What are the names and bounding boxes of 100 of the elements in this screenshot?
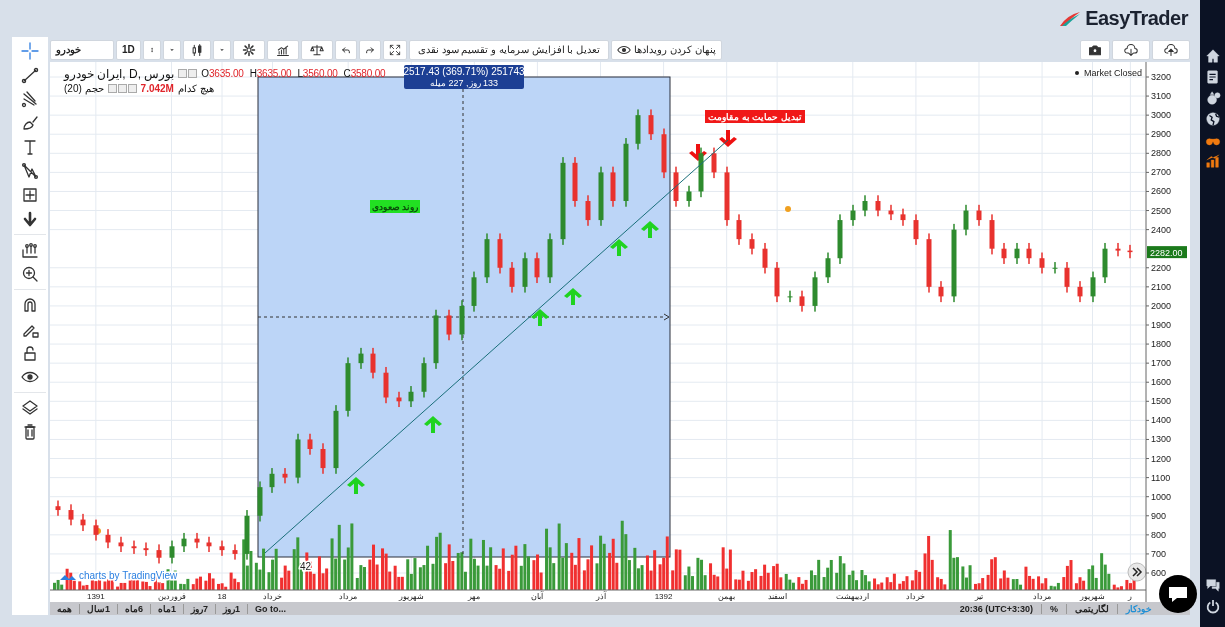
camera-icon[interactable]	[1080, 39, 1110, 60]
range-button[interactable]: 6ماه	[118, 603, 152, 614]
clock-text: 20:36 (UTC+3:30)	[958, 603, 1034, 614]
candle	[257, 481, 263, 522]
candle	[825, 252, 831, 284]
money-bag-icon[interactable]	[1204, 90, 1221, 106]
range-button[interactable]: ...Go to	[248, 603, 294, 614]
candle	[749, 233, 755, 255]
chat-icon[interactable]	[1204, 577, 1221, 593]
candle	[80, 513, 86, 532]
price-label: 1200	[1151, 453, 1172, 464]
range-button[interactable]: 1سال	[80, 603, 118, 614]
range-button[interactable]: 7روز	[184, 603, 217, 614]
candle	[976, 204, 982, 226]
time-label: 1391	[86, 592, 105, 601]
candle	[131, 540, 137, 554]
power-icon[interactable]	[1204, 599, 1221, 615]
adjust-button[interactable]: تعدیل با افزایش سرمایه و تقسیم سود نقدی	[408, 39, 610, 60]
candle	[194, 532, 200, 549]
price-label: 3100	[1151, 91, 1172, 102]
price-label: 1000	[1151, 491, 1172, 502]
candle	[1026, 242, 1032, 264]
balance-scale-icon[interactable]	[300, 39, 333, 60]
up-arrow-icon	[564, 288, 582, 305]
globe-icon[interactable]	[1204, 111, 1221, 127]
home-icon[interactable]	[1204, 48, 1221, 64]
scale-option[interactable]: %	[1041, 603, 1066, 614]
time-label: خرداد	[906, 592, 926, 601]
time-label: مهر	[468, 592, 481, 601]
cloud-download-icon[interactable]	[1112, 39, 1150, 60]
candle	[799, 290, 805, 312]
scroll-right-button[interactable]	[1127, 562, 1147, 582]
candlestick-icon[interactable]	[182, 39, 211, 60]
symbol-field[interactable]: خودرو	[50, 39, 114, 60]
candle	[850, 204, 856, 226]
time-label: ر	[1128, 592, 1133, 601]
bar-chart-icon[interactable]	[1204, 153, 1221, 169]
chart-label: روند صعودی	[370, 200, 420, 213]
candle	[1077, 281, 1083, 303]
candle	[926, 233, 932, 293]
price-label: 2500	[1151, 205, 1172, 216]
range-button[interactable]: همه	[50, 603, 80, 614]
price-label: 2200	[1151, 262, 1172, 273]
price-label: 2900	[1151, 129, 1172, 140]
price-label: 1700	[1151, 358, 1172, 369]
ohlc-reading: H3635.00	[249, 68, 292, 79]
ohlc-reading: O3635.00	[201, 68, 244, 79]
ohlc-reading: C3580.00	[343, 68, 386, 79]
price-label: 1400	[1151, 415, 1172, 426]
price-label: 1100	[1151, 472, 1171, 483]
undo-icon[interactable]	[334, 39, 357, 60]
price-label: 800	[1151, 529, 1167, 540]
up-arrow-icon	[424, 416, 442, 433]
range-percent: 42	[300, 561, 312, 572]
candle	[774, 262, 780, 303]
price-label: 2000	[1151, 300, 1172, 311]
symbol-title: ایران خودرو, D, بورس	[64, 66, 175, 81]
cloud-upload-icon[interactable]	[1152, 39, 1190, 60]
candle	[1102, 242, 1108, 284]
price-label: 3000	[1151, 110, 1172, 121]
price-label: 3200	[1151, 72, 1172, 82]
price-label: 2800	[1151, 148, 1172, 159]
price-label: 2600	[1151, 186, 1172, 197]
checklist-icon[interactable]	[1204, 69, 1221, 85]
time-label: آذر	[595, 592, 606, 601]
up-arrow-icon	[641, 221, 659, 238]
candle	[698, 147, 704, 198]
candle	[724, 166, 730, 226]
hide-events-button[interactable]: پنهان کردن رویدادها	[611, 39, 722, 60]
candle	[673, 166, 679, 207]
logo: EasyTrader	[1085, 7, 1188, 30]
candle	[1014, 242, 1020, 264]
interval-button[interactable]: 1D	[116, 39, 141, 60]
time-label: شهریور	[398, 592, 424, 601]
price-label: 1300	[1151, 434, 1172, 445]
range-button[interactable]: 1ماه	[151, 603, 185, 614]
candle	[181, 532, 187, 552]
price-label: 900	[1151, 510, 1167, 521]
time-label: 18	[217, 592, 227, 601]
candle	[837, 214, 843, 264]
candle	[55, 500, 61, 516]
time-label: فروردین	[157, 592, 186, 601]
candle	[1090, 271, 1096, 303]
price-label: 2100	[1151, 281, 1172, 292]
up-arrow-icon	[531, 309, 549, 326]
event-dot	[785, 206, 791, 212]
up-arrow-icon	[610, 239, 628, 256]
candle	[93, 519, 99, 541]
scale-option[interactable]: لگاریتمی	[1066, 603, 1117, 614]
candle	[862, 195, 868, 217]
candle	[206, 536, 212, 552]
fullscreen-icon[interactable]	[382, 39, 407, 60]
indicators-icon[interactable]	[266, 39, 299, 60]
volume-value: 7.042M	[140, 83, 174, 94]
range-button[interactable]: 1روز	[216, 603, 249, 614]
settings-icon[interactable]	[232, 39, 265, 60]
candle	[686, 185, 692, 207]
price-label: 1900	[1151, 320, 1172, 330]
time-label: مرداد	[1033, 592, 1052, 601]
down-arrow-icon	[719, 130, 737, 147]
